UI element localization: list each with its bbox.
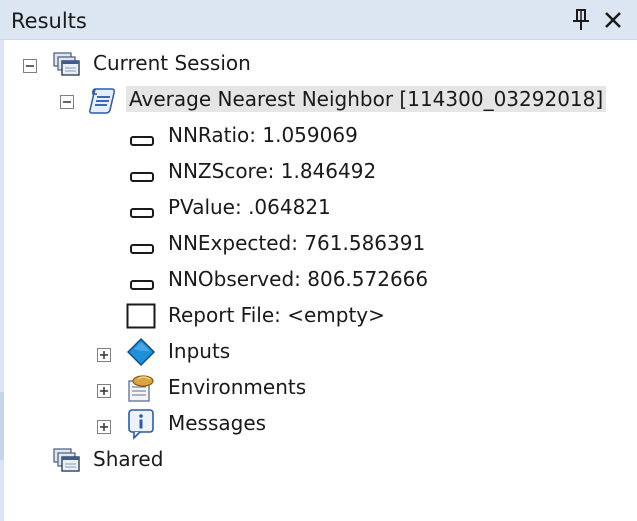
environments-icon	[126, 373, 156, 403]
tree-node-tool[interactable]: Average Nearest Neighbor [114300_0329201…	[4, 83, 637, 117]
tree-node-messages[interactable]: Messages	[4, 407, 637, 441]
results-panel: Results Current Session Average Nearest …	[0, 0, 637, 521]
session-stack-icon	[52, 50, 82, 80]
output-label: NNObserved: 806.572666	[168, 267, 429, 291]
output-nnobserved[interactable]: NNObserved: 806.572666	[4, 263, 637, 297]
panel-title: Results	[11, 9, 87, 33]
output-label: NNZScore: 1.846492	[168, 159, 377, 183]
parameter-value-icon	[130, 203, 154, 218]
tree-node-label: Shared	[93, 447, 164, 471]
plus-box-icon[interactable]	[97, 347, 111, 362]
plus-box-icon[interactable]	[97, 383, 111, 398]
tree-node-environments[interactable]: Environments	[4, 371, 637, 405]
output-report-file[interactable]: Report File: <empty>	[4, 299, 637, 333]
output-nnratio[interactable]: NNRatio: 1.059069	[4, 119, 637, 153]
script-tool-icon	[88, 85, 118, 115]
tree-node-label: Inputs	[168, 339, 231, 363]
minus-box-icon[interactable]	[23, 58, 37, 73]
tree-node-inputs[interactable]: Inputs	[4, 335, 637, 369]
session-stack-icon	[52, 446, 82, 476]
parameter-value-icon	[130, 275, 154, 290]
output-pvalue[interactable]: PValue: .064821	[4, 191, 637, 225]
tree-node-label: Average Nearest Neighbor [114300_0329201…	[126, 86, 607, 112]
tree-node-shared[interactable]: Shared	[4, 443, 637, 477]
pin-icon[interactable]	[571, 8, 591, 32]
tree-node-label: Environments	[168, 375, 307, 399]
tree-node-label: Current Session	[93, 51, 251, 75]
output-nnexpected[interactable]: NNExpected: 761.586391	[4, 227, 637, 261]
parameter-value-icon	[130, 167, 154, 182]
output-label: NNExpected: 761.586391	[168, 231, 426, 255]
output-label: PValue: .064821	[168, 195, 331, 219]
parameter-value-icon	[130, 131, 154, 146]
results-tree: Current Session Average Nearest Neighbor…	[4, 40, 637, 521]
plus-box-icon[interactable]	[97, 419, 111, 434]
tree-node-label: Messages	[168, 411, 267, 435]
tree-node-current-session[interactable]: Current Session	[4, 47, 637, 81]
blue-diamond-icon	[126, 337, 156, 367]
output-nnzscore[interactable]: NNZScore: 1.846492	[4, 155, 637, 189]
parameter-value-icon	[130, 239, 154, 254]
minus-box-icon[interactable]	[60, 94, 74, 109]
close-icon[interactable]	[601, 8, 625, 32]
output-label: Report File: <empty>	[168, 303, 385, 327]
info-bubble-icon	[126, 408, 156, 440]
output-label: NNRatio: 1.059069	[168, 123, 358, 147]
empty-box-icon	[126, 303, 156, 329]
panel-titlebar: Results	[0, 0, 637, 40]
